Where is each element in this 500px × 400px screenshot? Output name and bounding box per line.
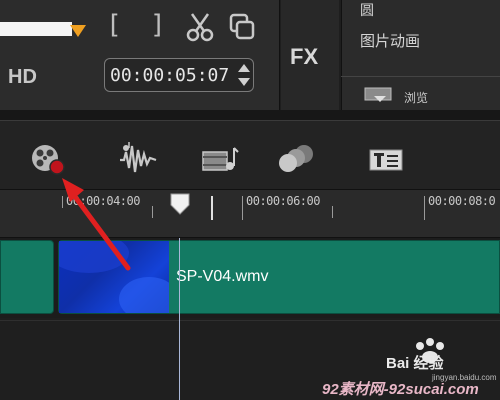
watermark-baidu: Bai 经验 [386, 355, 444, 372]
ruler-tick-label: 00:00:06:00 [246, 194, 320, 208]
title-text-icon[interactable] [366, 140, 406, 180]
overlay-spheres-icon[interactable] [276, 140, 316, 180]
browse-label[interactable]: 浏览 [404, 89, 428, 106]
scrub-handle[interactable] [70, 25, 86, 37]
effects-item[interactable]: 圆 [360, 0, 374, 20]
ruler-tick [242, 196, 243, 220]
snapshot-icon[interactable] [228, 12, 256, 42]
timecode-value[interactable]: 00:00:05:07 [110, 65, 229, 86]
browse-icon[interactable] [364, 86, 396, 104]
ruler-tick [332, 206, 333, 218]
annotation-arrow-icon [62, 178, 131, 271]
title-music-icon[interactable] [200, 140, 240, 180]
playhead-indicator [211, 196, 213, 220]
timeline-playhead-line [179, 238, 180, 400]
video-clip[interactable] [0, 240, 54, 314]
preview-scrub-bar[interactable] [0, 22, 72, 36]
hd-label[interactable]: HD [8, 66, 37, 89]
ruler-tick-label: 00:00:08:0 [428, 194, 496, 208]
ruler-tick [152, 206, 153, 218]
clip-name: SP-V04.wmv [176, 268, 269, 285]
playhead-marker-icon[interactable] [170, 193, 190, 215]
effects-item[interactable]: 图片动画 [360, 30, 420, 51]
mark-out-button[interactable]: ] [150, 10, 166, 40]
watermark-site: 92素材网-92sucai.com [322, 381, 479, 398]
panel-separator [0, 110, 500, 120]
timecode-stepper-icon[interactable] [236, 62, 252, 88]
ruler-tick [424, 196, 425, 220]
divider [341, 76, 500, 77]
fx-button[interactable]: FX [290, 44, 318, 70]
scissors-icon[interactable] [186, 12, 214, 42]
mark-in-button[interactable]: [ [106, 10, 122, 40]
